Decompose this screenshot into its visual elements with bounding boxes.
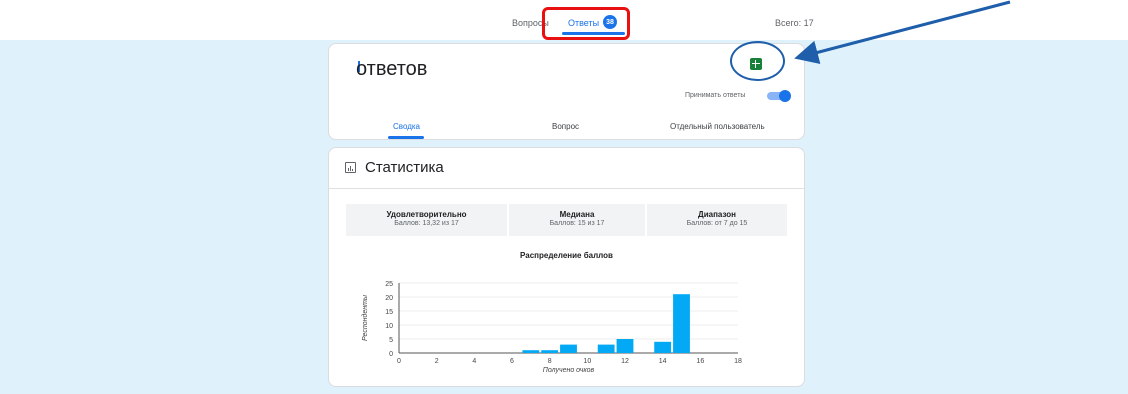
- annotation-arrow: [794, 0, 1011, 65]
- arrow-line: [794, 0, 1011, 65]
